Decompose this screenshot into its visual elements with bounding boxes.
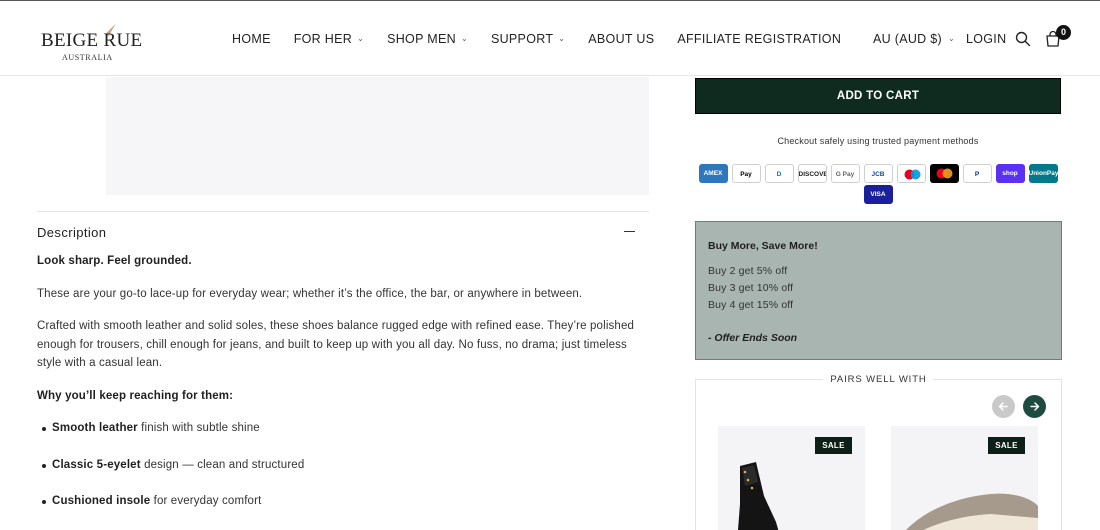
nav-label: FOR HER xyxy=(293,32,353,46)
nav-label: SHOP MEN xyxy=(387,32,456,46)
shop-pay-icon: shop xyxy=(995,164,1025,183)
promo-title: Buy More, Save More! xyxy=(708,240,818,252)
promo-tier: Buy 2 get 5% off xyxy=(708,265,788,277)
reasons-heading: Why you’ll keep reaching for them: xyxy=(37,389,234,402)
description-paragraph: Crafted with smooth leather and solid so… xyxy=(37,320,635,369)
checkout-safety-text: Checkout safely using trusted payment me… xyxy=(777,136,979,146)
arrow-right-icon xyxy=(1030,402,1040,411)
chevron-down-icon: ⌄ xyxy=(947,34,955,43)
feature-name: Smooth leather xyxy=(52,422,138,434)
description-paragraph: These are your go-to lace-up for everyda… xyxy=(37,287,583,300)
list-item: Classic 5-eyelet design — clean and stru… xyxy=(40,456,649,475)
carousel-next-button[interactable] xyxy=(1023,395,1046,418)
search-icon[interactable] xyxy=(1015,31,1031,47)
pairs-heading: PAIRS WELL WITH xyxy=(830,374,927,385)
arrow-left-icon xyxy=(998,402,1008,411)
sale-badge: SALE xyxy=(815,437,852,454)
nav-label: SUPPORT xyxy=(490,32,554,46)
nav-label: AFFILIATE REGISTRATION xyxy=(677,32,842,46)
sale-badge: SALE xyxy=(988,437,1025,454)
promo-tier: Buy 4 get 15% off xyxy=(708,299,794,311)
promo-ends-note: - Offer Ends Soon xyxy=(708,332,798,344)
mastercard-icon xyxy=(929,164,959,183)
nav-for-her[interactable]: FOR HER ⌄ xyxy=(294,32,364,46)
product-card[interactable]: SALE xyxy=(718,426,865,530)
description-body: Look sharp. Feel grounded. These are you… xyxy=(37,252,649,529)
site-header: BEIGE RUE AUSTRALIA HOME FOR HER ⌄ SHOP M… xyxy=(0,0,1100,76)
description-heading[interactable]: Description xyxy=(37,225,106,240)
apple-pay-icon: Pay xyxy=(731,164,761,183)
nav-shop-men[interactable]: SHOP MEN ⌄ xyxy=(387,32,468,46)
brand-logo[interactable]: BEIGE RUE AUSTRALIA xyxy=(41,21,143,65)
product-image-area xyxy=(106,77,649,195)
visa-icon: VISA xyxy=(863,185,893,204)
description-tagline: Look sharp. Feel grounded. xyxy=(37,255,192,267)
list-item: Smooth leather finish with subtle shine xyxy=(40,419,649,438)
list-item: Cushioned insole for everyday comfort xyxy=(40,492,649,511)
payment-methods-row: AMEX Pay D DISCOVER G Pay JCB P shop Uni… xyxy=(698,164,1058,183)
bulk-discount-promo: Buy More, Save More! Buy 2 get 5% off Bu… xyxy=(695,221,1062,360)
paypal-icon: P xyxy=(962,164,992,183)
discover-icon: DISCOVER xyxy=(797,164,827,183)
feature-detail: design — clean and structured xyxy=(140,458,305,471)
nav-about-us[interactable]: ABOUT US xyxy=(588,32,654,46)
carousel-prev-button[interactable] xyxy=(992,395,1015,418)
chevron-down-icon: ⌄ xyxy=(460,34,468,43)
feature-detail: finish with subtle shine xyxy=(137,422,260,434)
divider xyxy=(37,211,649,212)
chevron-down-icon: ⌄ xyxy=(558,34,566,43)
main-nav: HOME FOR HER ⌄ SHOP MEN ⌄ SUPPORT ⌄ ABOUT U… xyxy=(232,32,864,46)
minus-icon[interactable] xyxy=(624,231,635,232)
feature-list: Smooth leather finish with subtle shine … xyxy=(37,419,649,511)
promo-tier: Buy 3 get 10% off xyxy=(708,282,794,294)
nav-label: HOME xyxy=(232,32,271,46)
google-pay-icon: G Pay xyxy=(830,164,860,183)
currency-label: AU (AUD $) xyxy=(873,32,942,46)
chevron-down-icon: ⌄ xyxy=(357,34,365,43)
payment-methods-row-2: VISA xyxy=(698,185,1058,204)
login-link[interactable]: LOGIN xyxy=(966,32,1006,46)
cart-count-badge: 0 xyxy=(1056,25,1071,40)
feature-detail: for everyday comfort xyxy=(150,495,262,507)
product-card[interactable]: SALE xyxy=(891,426,1038,530)
maestro-circles-icon xyxy=(904,169,920,180)
nav-support[interactable]: SUPPORT ⌄ xyxy=(491,32,565,46)
add-to-cart-button[interactable]: ADD TO CART xyxy=(695,78,1061,114)
brand-name: BEIGE RUE xyxy=(41,30,143,51)
amex-icon: AMEX xyxy=(698,164,728,183)
nav-affiliate-registration[interactable]: AFFILIATE REGISTRATION xyxy=(677,32,841,46)
maestro-icon xyxy=(896,164,926,183)
feature-name: Cushioned insole xyxy=(52,495,151,507)
mastercard-circles-icon xyxy=(936,168,952,179)
unionpay-icon: UnionPay xyxy=(1028,164,1058,183)
diners-club-icon: D xyxy=(764,164,794,183)
currency-selector[interactable]: AU (AUD $) ⌄ xyxy=(873,32,955,46)
nav-home[interactable]: HOME xyxy=(232,32,271,46)
feature-name: Classic 5-eyelet xyxy=(52,458,141,471)
brand-subtitle: AUSTRALIA xyxy=(62,53,113,62)
nav-label: ABOUT US xyxy=(588,32,655,46)
jcb-icon: JCB xyxy=(863,164,893,183)
